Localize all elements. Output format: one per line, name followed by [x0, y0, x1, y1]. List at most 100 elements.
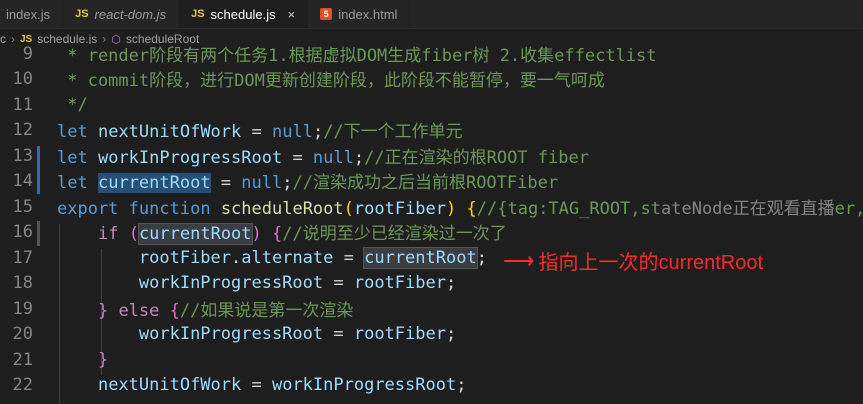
brace: {	[169, 301, 180, 322]
live-stream-overlay: ateNode正在观看直播	[661, 199, 835, 220]
code-text: let currentRoot = null;//渲染成功之后当前根ROOTFi…	[57, 168, 559, 194]
code-line: 14 let currentRoot = null;//渲染成功之后当前根ROO…	[0, 168, 863, 194]
keyword: let	[57, 122, 88, 143]
identifier: workInProgressRoot	[97, 148, 283, 169]
line-number: 14	[12, 170, 33, 191]
code-line: 13 let workInProgressRoot = null;//正在渲染的…	[0, 143, 863, 169]
code-text: } else {//如果说是第一次渲染	[57, 296, 353, 321]
line-number: 13	[12, 145, 33, 166]
selected-identifier: currentRoot	[97, 173, 211, 194]
line-number: 12	[12, 119, 33, 140]
code-text: nextUnitOfWork = workInProgressRoot;	[97, 374, 467, 395]
identifier: nextUnitOfWork	[97, 374, 242, 395]
code-text: rootFiber.alternate = currentRoot;	[138, 246, 487, 269]
line-number: 21	[12, 349, 33, 370]
comment: //正在渲染的根ROOT fiber	[364, 148, 589, 169]
paren: )	[446, 199, 457, 220]
code-text: export function scheduleRoot(rootFiber) …	[57, 194, 863, 219]
html-file-icon: 5	[320, 8, 333, 20]
code-line: 11 */	[0, 92, 863, 117]
tab-index-html[interactable]: 5 index.html	[308, 0, 411, 28]
annotation-text: 指向上一次的currentRoot	[538, 252, 764, 274]
highlighted-identifier: currentRoot	[363, 246, 478, 269]
red-annotation: ⟶ 指向上一次的currentRoot	[503, 246, 763, 275]
code-line: 9 * render阶段有两个任务1.根据虚拟DOM生成fiber树 2.收集e…	[0, 44, 863, 66]
keyword: if	[97, 224, 119, 245]
code-line: 20 workInProgressRoot = rootFiber;	[0, 321, 863, 346]
comment: //说明至少已经渲染过一次了	[282, 224, 507, 245]
code-text: * render阶段有两个任务1.根据虚拟DOM生成fiber树 2.收集eff…	[57, 46, 657, 67]
tab-label: schedule.js	[210, 6, 276, 22]
code-line: 10 * commit阶段，进行DOM更新创建阶段，此阶段不能暂停，要一气呵成	[0, 66, 863, 92]
comment: //如果说是第一次渲染	[179, 301, 354, 322]
tab-label: index.js	[6, 6, 51, 22]
js-file-icon: JS	[191, 8, 205, 20]
line-number: 19	[12, 298, 33, 319]
keyword: null	[271, 122, 313, 143]
code-text: * commit阶段，进行DOM更新创建阶段，此阶段不能暂停，要一气呵成	[57, 71, 605, 92]
keyword: null	[241, 173, 283, 194]
punct: ;	[282, 173, 293, 194]
identifier: workInProgressRoot	[271, 374, 457, 395]
tab-react-dom-js[interactable]: JS react-dom.js	[63, 0, 180, 28]
js-file-icon: JS	[75, 8, 89, 20]
operator: =	[282, 148, 313, 169]
property: alternate	[241, 247, 334, 268]
line-number: 16	[12, 221, 33, 242]
punct: ;	[312, 122, 324, 143]
code-line: 15 export function scheduleRoot(rootFibe…	[0, 194, 863, 220]
code-text: workInProgressRoot = rootFiber;	[138, 323, 457, 344]
tab-label: index.html	[338, 6, 398, 22]
identifier: rootFiber	[353, 323, 446, 344]
code-line: 21 }	[0, 347, 863, 372]
tab-label: react-dom.js	[94, 6, 167, 22]
operator: =	[241, 122, 272, 143]
brace: {	[272, 224, 283, 245]
punct: ;	[353, 148, 365, 169]
code-text: let nextUnitOfWork = null;//下一个工作单元	[57, 117, 463, 142]
code-line: 16 if (currentRoot) {//说明至少已经渲染过一次了	[0, 219, 863, 246]
line-number: 18	[12, 272, 33, 293]
comment: er,p	[834, 199, 863, 220]
highlighted-identifier: currentRoot	[137, 223, 253, 246]
function-name: scheduleRoot	[220, 199, 344, 220]
code-text: if (currentRoot) {//说明至少已经渲染过一次了	[57, 219, 507, 246]
keyword: else	[118, 301, 160, 322]
code-line: 22 nextUnitOfWork = workInProgressRoot;	[0, 372, 863, 397]
keyword: null	[312, 148, 354, 169]
line-number: 20	[12, 323, 33, 344]
identifier: rootFiber	[353, 272, 446, 293]
arrow-right-icon: ⟶	[503, 247, 535, 273]
comment: //渲染成功之后当前根ROOTFiber	[292, 173, 559, 194]
tab-index-js[interactable]: index.js	[0, 0, 64, 28]
keyword: let	[57, 173, 88, 194]
paren: (	[343, 199, 354, 220]
identifier: workInProgressRoot	[138, 272, 324, 293]
code-text: }	[57, 350, 108, 370]
line-number: 22	[12, 374, 33, 395]
code-text: workInProgressRoot = rootFiber;	[138, 272, 457, 293]
tab-schedule-js[interactable]: JS schedule.js ×	[179, 0, 309, 28]
code-text: let workInProgressRoot = null;//正在渲染的根RO…	[57, 143, 589, 168]
close-icon[interactable]: ×	[288, 7, 296, 22]
code-text: */	[57, 94, 88, 115]
code-editor[interactable]: 9 * render阶段有两个任务1.根据虚拟DOM生成fiber树 2.收集e…	[0, 44, 863, 404]
line-number: 11	[12, 94, 33, 115]
parameter: rootFiber	[353, 199, 447, 220]
operator: =	[210, 173, 242, 194]
keyword: let	[57, 148, 88, 169]
line-number: 15	[12, 196, 33, 217]
keyword: function	[128, 199, 211, 220]
brace: {	[466, 199, 477, 220]
code-line: 12 let nextUnitOfWork = null;//下一个工作单元	[0, 117, 863, 143]
identifier: nextUnitOfWork	[97, 122, 242, 143]
editor-tab-bar: index.js JS react-dom.js JS schedule.js …	[0, 0, 863, 29]
js-file-icon: JS	[20, 33, 33, 45]
line-number: 10	[12, 68, 33, 89]
paren: )	[251, 224, 262, 245]
comment: //{tag:TAG_ROOT,st	[476, 199, 661, 220]
line-number: 9	[22, 44, 33, 64]
paren: (	[128, 224, 139, 245]
identifier: workInProgressRoot	[138, 323, 324, 344]
code-line: 19 } else {//如果说是第一次渲染	[0, 296, 863, 322]
